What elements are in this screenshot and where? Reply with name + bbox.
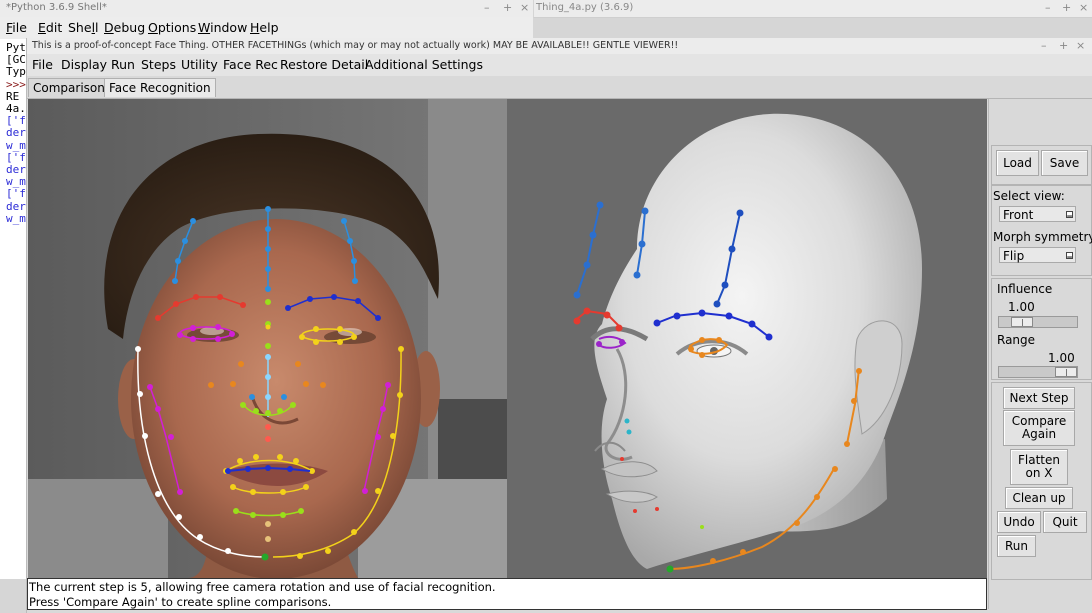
shell-menubar: File Edit Shell Debug Options Window Hel…: [0, 17, 533, 40]
view-select[interactable]: Front ▁: [999, 206, 1076, 222]
compare-again-button[interactable]: Compare Again: [1003, 410, 1075, 446]
file-button-group: Load Save: [991, 145, 1092, 185]
shell-menu-window[interactable]: Window: [198, 20, 247, 35]
editor-titlebar: Thing_4a.py (3.6.9) – + ×: [533, 0, 1092, 18]
range-value: 1.00: [1048, 351, 1075, 365]
influence-value: 1.00: [1008, 300, 1035, 314]
model-render-panel[interactable]: [507, 99, 987, 578]
quit-button[interactable]: Quit: [1043, 511, 1087, 533]
menu-run[interactable]: Run: [111, 57, 135, 72]
run-button[interactable]: Run: [997, 535, 1036, 557]
flatten-on-x-button[interactable]: Flatten on X: [1010, 449, 1068, 485]
shell-menu-file[interactable]: File: [6, 20, 27, 35]
chevron-down-icon: ▁: [1066, 251, 1073, 259]
influence-slider[interactable]: [998, 316, 1078, 328]
shell-title: *Python 3.6.9 Shell*: [6, 2, 107, 13]
clean-up-button[interactable]: Clean up: [1005, 487, 1073, 509]
load-button[interactable]: Load: [996, 150, 1039, 176]
view-group: Select view: Front ▁ Morph symmetry: Fli…: [991, 185, 1092, 276]
tab-bar: Comparisons Face Recognition: [27, 76, 1092, 99]
tab-face-recognition[interactable]: Face Recognition: [104, 78, 216, 97]
main-minimize-button[interactable]: –: [1041, 39, 1047, 52]
photo-panel[interactable]: [28, 99, 507, 578]
face-thing-window: This is a proof-of-concept Face Thing. O…: [26, 38, 1092, 613]
morph-symmetry-label: Morph symmetry:: [993, 230, 1092, 244]
main-title: This is a proof-of-concept Face Thing. O…: [32, 40, 679, 51]
main-maximize-button[interactable]: +: [1059, 39, 1068, 52]
editor-minimize-button[interactable]: –: [1045, 1, 1051, 14]
undo-button[interactable]: Undo: [997, 511, 1041, 533]
status-line-2: Press 'Compare Again' to create spline c…: [29, 595, 332, 609]
influence-range-group: Influence 1.00 Range 1.00: [991, 278, 1092, 380]
control-panel: Load Save Select view: Front ▁ Morph sym…: [988, 99, 1092, 609]
select-view-label: Select view:: [993, 189, 1065, 203]
main-menubar: File Display Run Steps Utility Face Rec …: [27, 54, 1092, 76]
editor-maximize-button[interactable]: +: [1062, 1, 1071, 14]
shell-menu-help[interactable]: Help: [250, 20, 279, 35]
menu-restore-detail[interactable]: Restore Detail: [280, 57, 368, 72]
morph-symmetry-select[interactable]: Flip ▁: [999, 247, 1076, 263]
tab-comparisons[interactable]: Comparisons: [28, 78, 117, 97]
next-step-button[interactable]: Next Step: [1003, 387, 1075, 409]
photo-canvas: [28, 99, 507, 578]
menu-file[interactable]: File: [32, 57, 53, 72]
menu-additional-settings[interactable]: Additional Settings: [365, 57, 483, 72]
editor-title: Thing_4a.py (3.6.9): [536, 2, 634, 13]
main-titlebar: This is a proof-of-concept Face Thing. O…: [27, 38, 1092, 55]
influence-slider-thumb[interactable]: [1011, 317, 1033, 327]
shell-minimize-button[interactable]: –: [484, 1, 490, 14]
morph-select-value: Flip: [1003, 249, 1025, 263]
shell-maximize-button[interactable]: +: [503, 1, 512, 14]
range-label: Range: [997, 333, 1036, 347]
status-area: The current step is 5, allowing free cam…: [27, 578, 987, 610]
model-canvas: [507, 99, 987, 578]
shell-menu-edit[interactable]: Edit: [38, 20, 62, 35]
shell-titlebar: *Python 3.6.9 Shell* – + ×: [0, 0, 533, 18]
chevron-down-icon: ▁: [1066, 210, 1073, 218]
step-button-group: Next Step Compare Again Flatten on X Cle…: [991, 382, 1092, 580]
range-slider[interactable]: [998, 366, 1078, 378]
menu-display[interactable]: Display: [61, 57, 107, 72]
menu-steps[interactable]: Steps: [141, 57, 176, 72]
shell-close-button[interactable]: ×: [520, 1, 529, 14]
view-select-value: Front: [1003, 208, 1034, 222]
main-close-button[interactable]: ×: [1076, 39, 1085, 52]
save-button[interactable]: Save: [1041, 150, 1088, 176]
shell-menu-shell[interactable]: Shell: [68, 20, 99, 35]
range-slider-thumb[interactable]: [1055, 367, 1077, 377]
shell-text-area[interactable]: Pyt [GC Typ >>> RE 4a. ['f der w_m ['f der w_m ['f d…: [0, 39, 29, 579]
shell-menu-options[interactable]: Options: [148, 20, 196, 35]
status-line-1: The current step is 5, allowing free cam…: [29, 580, 496, 594]
menu-face-rec[interactable]: Face Rec: [223, 57, 278, 72]
shell-menu-debug[interactable]: Debug: [104, 20, 145, 35]
shell-line: w_m: [6, 211, 26, 225]
editor-close-button[interactable]: ×: [1079, 1, 1088, 14]
menu-utility[interactable]: Utility: [181, 57, 218, 72]
influence-label: Influence: [997, 282, 1053, 296]
